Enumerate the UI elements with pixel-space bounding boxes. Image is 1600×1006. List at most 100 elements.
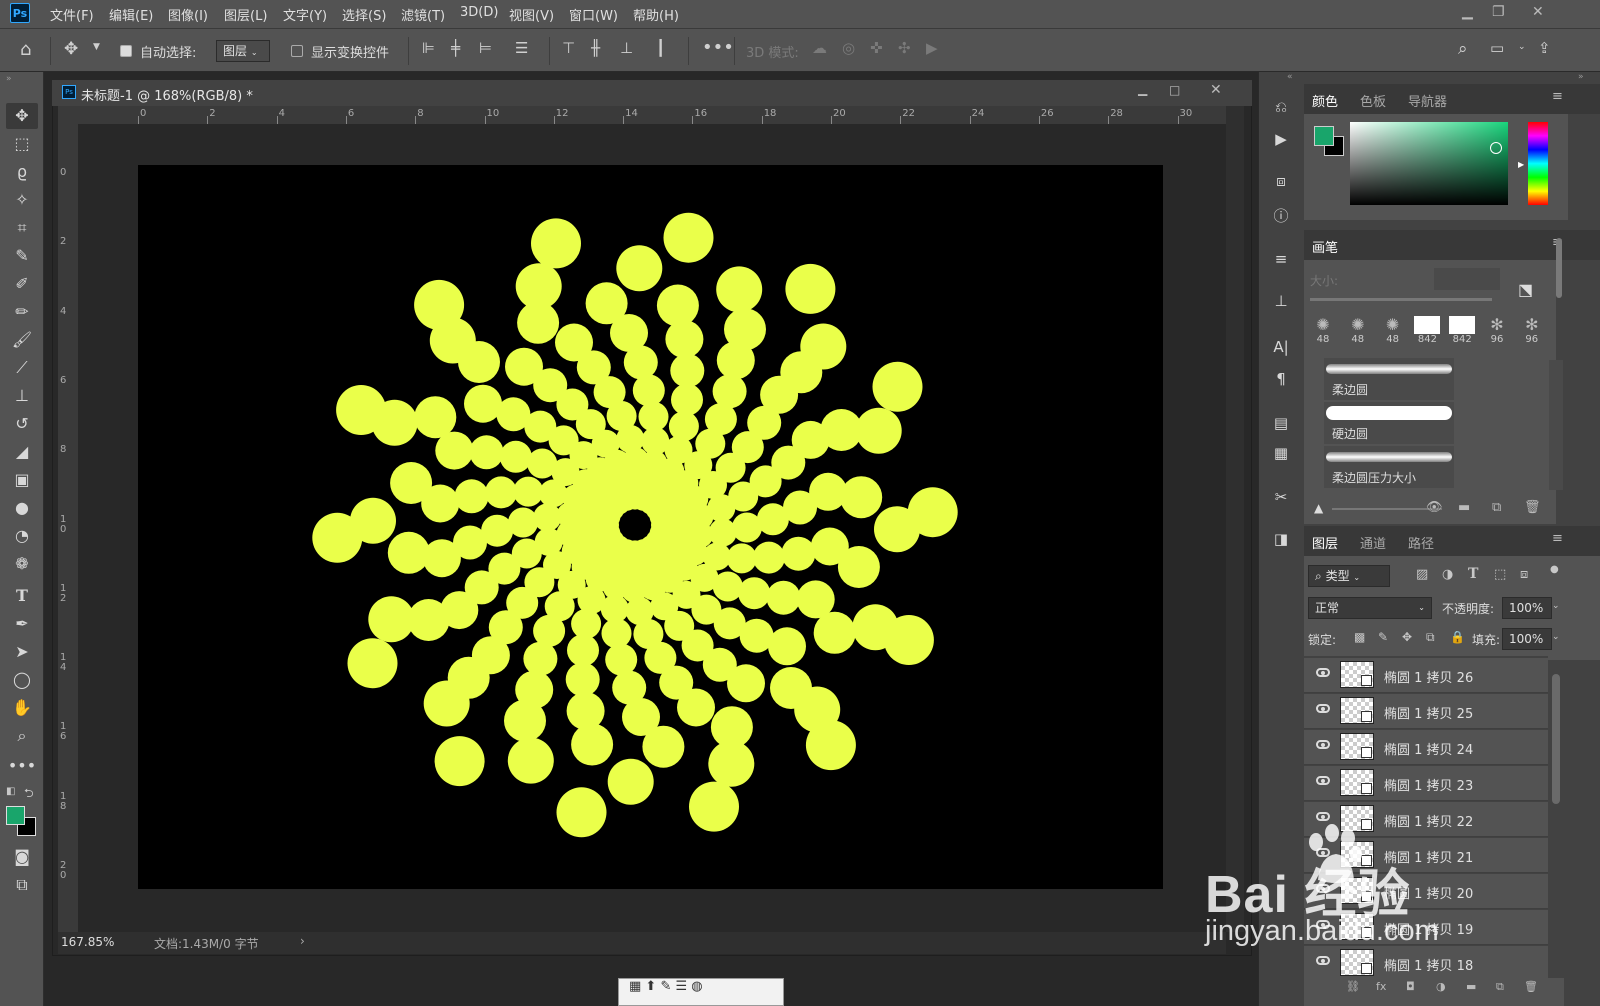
- layers-panel-menu-icon[interactable]: ≡: [1552, 531, 1563, 546]
- lock-artboard-icon[interactable]: ⧉: [1426, 630, 1435, 645]
- align-top-icon[interactable]: ⊤: [562, 39, 575, 57]
- tab-swatches[interactable]: 色板: [1360, 91, 1386, 110]
- clone-source-panel-icon[interactable]: ⊥: [1269, 292, 1293, 314]
- magic-wand-tool-icon[interactable]: ✧: [6, 187, 38, 213]
- pencil-tool-icon[interactable]: ✏: [6, 299, 38, 325]
- libraries-panel-icon[interactable]: ▤: [1269, 414, 1293, 436]
- hand-tool-icon[interactable]: ✋: [6, 695, 38, 721]
- dodge-tool-icon[interactable]: ◔: [6, 523, 38, 549]
- visibility-eye-icon[interactable]: [1316, 740, 1330, 749]
- lock-position-icon[interactable]: ✥: [1402, 630, 1412, 644]
- doc-restore-icon[interactable]: □: [1169, 83, 1180, 97]
- healing-brush-tool-icon[interactable]: ✐: [6, 271, 38, 297]
- layer-style-icon[interactable]: fx: [1376, 980, 1386, 993]
- align-bottom-icon[interactable]: ⊥: [620, 39, 633, 57]
- brush-panel-scrollbar[interactable]: [1556, 238, 1562, 298]
- canvas[interactable]: [138, 165, 1163, 889]
- visibility-eye-icon[interactable]: [1316, 704, 1330, 713]
- info-panel-icon[interactable]: ⓘ: [1269, 205, 1293, 227]
- tool-presets-panel-icon[interactable]: ✂: [1269, 488, 1293, 510]
- move-tool-icon[interactable]: ✥: [64, 39, 78, 59]
- menu-item[interactable]: 选择(S): [342, 5, 386, 24]
- path-selection-tool-icon[interactable]: ➤: [6, 639, 38, 665]
- mixer-brush-tool-icon[interactable]: ⟋: [6, 355, 38, 381]
- menu-item[interactable]: 3D(D): [460, 5, 498, 20]
- filter-adjustment-icon[interactable]: ◑: [1442, 567, 1453, 582]
- layers-scrollbar[interactable]: [1550, 660, 1562, 976]
- brush-size-slider[interactable]: [1310, 298, 1492, 301]
- visibility-eye-icon[interactable]: [1316, 668, 1330, 677]
- actions-panel-icon[interactable]: ▶: [1269, 130, 1293, 152]
- opacity-chevron-icon[interactable]: ⌄: [1552, 601, 1560, 611]
- blend-mode-dropdown[interactable]: 正常 ⌄: [1308, 597, 1432, 619]
- color-field[interactable]: [1350, 122, 1508, 205]
- layers-scroll-thumb[interactable]: [1552, 674, 1560, 804]
- sponge-tool-icon[interactable]: ❁: [6, 551, 38, 577]
- foreground-color-swatch[interactable]: [6, 806, 25, 825]
- new-group-icon[interactable]: ▬: [1466, 980, 1476, 993]
- default-colors-icon[interactable]: ◧: [6, 786, 15, 797]
- layer-row[interactable]: 椭圆 1 拷贝 18: [1304, 946, 1548, 981]
- filter-shape-icon[interactable]: ⬚: [1494, 567, 1506, 582]
- 3d-roll-icon[interactable]: ◎: [842, 39, 855, 57]
- distribute-vertical-icon[interactable]: ┃: [656, 39, 665, 57]
- color-panel-menu-icon[interactable]: ≡: [1552, 89, 1563, 104]
- menu-item[interactable]: 帮助(H): [633, 5, 679, 24]
- show-transform-checkbox[interactable]: [291, 45, 303, 57]
- tab-paths[interactable]: 路径: [1408, 533, 1434, 552]
- brush-size-mountain-icon[interactable]: ▲: [1314, 501, 1323, 515]
- crop-tool-icon[interactable]: ⌗: [6, 215, 38, 241]
- layer-row[interactable]: 椭圆 1 拷贝 23: [1304, 766, 1548, 801]
- hue-slider[interactable]: [1528, 122, 1548, 205]
- layer-row[interactable]: 椭圆 1 拷贝 24: [1304, 730, 1548, 765]
- 3d-panel-icon[interactable]: ⧈: [1269, 172, 1293, 194]
- opacity-field[interactable]: 100%: [1502, 597, 1552, 619]
- eraser-tool-icon[interactable]: ◢: [6, 439, 38, 465]
- paragraph-panel-icon[interactable]: ¶: [1269, 370, 1293, 392]
- 3d-pan-icon[interactable]: ✜: [870, 39, 883, 57]
- doc-minimize-icon[interactable]: ▁: [1138, 82, 1147, 96]
- pen-tool-icon[interactable]: ✒: [6, 611, 38, 637]
- character-panel-icon[interactable]: A|: [1269, 338, 1293, 360]
- floating-toolbar[interactable]: ▦ ⬆ ✎ ☰ ◍: [618, 978, 784, 1006]
- screen-mode-icon[interactable]: ⧉: [6, 872, 38, 898]
- notes-panel-icon[interactable]: ▦: [1269, 444, 1293, 466]
- tab-channels[interactable]: 通道: [1360, 533, 1386, 552]
- home-icon[interactable]: ⌂: [20, 39, 31, 60]
- delete-brush-icon[interactable]: 🗑: [1524, 500, 1541, 515]
- zoom-level[interactable]: 167.85%: [61, 935, 114, 949]
- layer-row[interactable]: 椭圆 1 拷贝 25: [1304, 694, 1548, 729]
- move-tool-icon[interactable]: ✥: [6, 103, 38, 129]
- swap-colors-icon[interactable]: ⮌: [24, 784, 34, 805]
- tab-color[interactable]: 颜色: [1312, 91, 1338, 110]
- minimize-icon[interactable]: ▁: [1462, 4, 1473, 20]
- brush-settings-panel-icon[interactable]: ≡: [1269, 250, 1293, 272]
- tab-navigator[interactable]: 导航器: [1408, 91, 1447, 110]
- zoom-tool-icon[interactable]: ⌕: [6, 723, 38, 749]
- clone-stamp-tool-icon[interactable]: ⊥: [6, 383, 38, 409]
- brush-list-item[interactable]: 柔边圆: [1324, 358, 1454, 400]
- restore-icon[interactable]: ❐: [1492, 4, 1505, 20]
- 3d-slide-icon[interactable]: ✣: [898, 39, 911, 57]
- close-icon[interactable]: ✕: [1532, 4, 1544, 20]
- align-vcenter-icon[interactable]: ╫: [591, 39, 600, 57]
- align-left-icon[interactable]: ⊫: [422, 39, 435, 57]
- menu-item[interactable]: 滤镜(T): [401, 5, 445, 24]
- tab-brushes[interactable]: 画笔: [1312, 237, 1338, 256]
- lock-all-icon[interactable]: 🔒: [1450, 630, 1465, 644]
- horizontal-ruler[interactable]: 0 2 4 6 8 10 12 14 16 18 20 22 24 26 28 30: [78, 106, 1226, 124]
- brush-preset[interactable]: 842: [1412, 314, 1442, 350]
- filter-toggle-icon[interactable]: ●: [1550, 564, 1559, 575]
- visibility-eye-icon[interactable]: [1316, 776, 1330, 785]
- marquee-tool-icon[interactable]: ⬚: [6, 131, 38, 157]
- hue-slider-marker-icon[interactable]: ▶: [1518, 160, 1524, 169]
- vertical-ruler[interactable]: 0 2 4 6 8 10 12 14 16 18 20: [58, 124, 78, 932]
- lasso-tool-icon[interactable]: ϱ: [6, 159, 38, 185]
- brush-list-item[interactable]: 柔边圆压力大小: [1324, 446, 1454, 488]
- brush-list-scrollbar[interactable]: [1549, 360, 1563, 490]
- history-panel-icon[interactable]: ⎌: [1269, 98, 1293, 120]
- new-layer-icon[interactable]: ⧉: [1496, 980, 1504, 994]
- brush-tool-icon[interactable]: 🖌: [6, 327, 38, 353]
- align-hcenter-icon[interactable]: ╪: [451, 39, 460, 57]
- brush-preset[interactable]: 842: [1447, 314, 1477, 350]
